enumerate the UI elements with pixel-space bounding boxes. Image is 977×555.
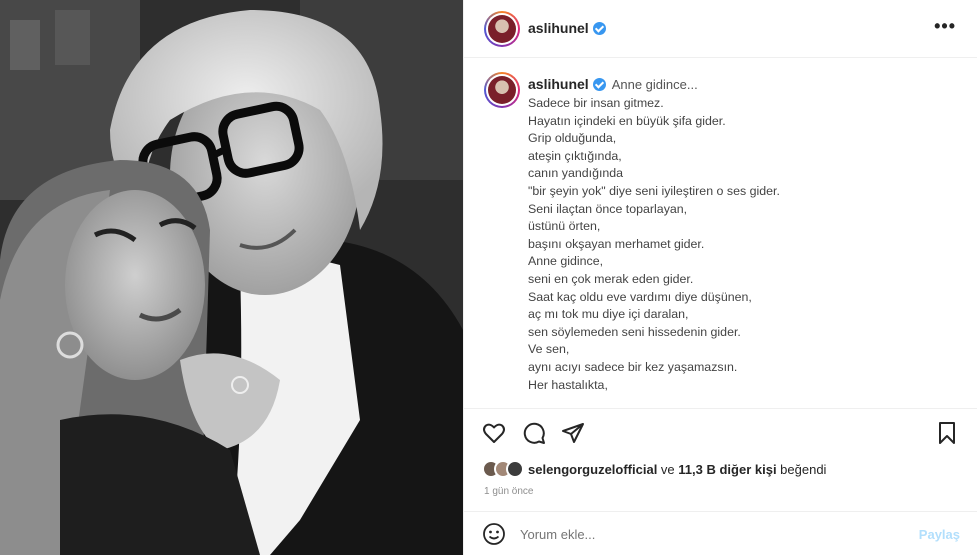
liked-by-others[interactable]: 11,3 B diğer kişi: [678, 462, 776, 477]
verified-badge-icon: [592, 22, 606, 35]
more-options-icon[interactable]: •••: [934, 16, 956, 37]
caption-line: başını okşayan merhamet gider.: [528, 236, 705, 251]
caption-line: Ve sen,: [528, 342, 570, 357]
caption-line: seni en çok merak eden gider.: [528, 271, 694, 286]
instagram-post-window: aslihunel ••• aslihunel Anne gidince... S…: [0, 0, 977, 555]
caption-line: aynı acıyı sadece bir kez yaşamazsın.: [528, 359, 738, 374]
caption-first-line: aslihunel Anne gidince...: [528, 76, 698, 92]
caption-lines: Sadece bir insan gitmez. Hayatın içindek…: [528, 95, 780, 394]
caption-line: Hayatın içindeki en büyük şifa gider.: [528, 113, 726, 128]
caption-line: üstünü örten,: [528, 219, 601, 234]
heart-icon[interactable]: [482, 421, 506, 445]
caption-line: canın yandığında: [528, 166, 624, 181]
post-timestamp[interactable]: 1 gün önce: [484, 486, 534, 497]
caption-avatar[interactable]: [484, 72, 520, 108]
action-bar: [464, 408, 977, 456]
caption-line: "bir şeyin yok" diye seni iyileştiren o …: [528, 183, 780, 198]
caption-line: ateşin çıktığında,: [528, 148, 622, 163]
caption-line: Saat kaç oldu eve vardımı diye düşünen,: [528, 289, 752, 304]
comment-input[interactable]: [520, 527, 860, 542]
share-icon[interactable]: [561, 421, 585, 445]
caption-text-start: Anne gidince...: [611, 77, 698, 92]
caption-section: aslihunel Anne gidince... Sadece bir insa…: [464, 58, 977, 408]
liker-avatars: [482, 460, 524, 478]
black-and-white-portrait-image: [0, 0, 463, 555]
header-username[interactable]: aslihunel: [528, 20, 606, 36]
caption-line: Her hastalıkta,: [528, 377, 608, 392]
likes-text: selengorguzelofficial ve 11,3 B diğer ki…: [528, 462, 827, 477]
caption-line: Sadece bir insan gitmez.: [528, 96, 664, 110]
caption-line: Seni ilaçtan önce toparlayan,: [528, 201, 688, 216]
caption-line: Anne gidince,: [528, 254, 604, 269]
liked-by-username[interactable]: selengorguzelofficial: [528, 462, 657, 477]
post-comment-button[interactable]: Paylaş: [919, 527, 960, 542]
post-photo[interactable]: [0, 0, 463, 555]
caption-line: aç mı tok mu diye içi daralan,: [528, 307, 689, 322]
post-header: aslihunel •••: [464, 0, 977, 58]
post-details-panel: aslihunel ••• aslihunel Anne gidince... S…: [463, 0, 977, 555]
verified-badge-icon: [592, 78, 606, 91]
profile-avatar[interactable]: [484, 11, 520, 47]
caption-line: sen söylemeden seni hissedenin gider.: [528, 324, 741, 339]
caption-line: Grip olduğunda,: [528, 131, 617, 146]
comment-icon[interactable]: [522, 421, 546, 445]
caption-username[interactable]: aslihunel: [528, 76, 589, 92]
emoji-icon[interactable]: [482, 522, 506, 546]
comment-bar: Paylaş: [464, 511, 977, 555]
bookmark-icon[interactable]: [936, 421, 958, 445]
